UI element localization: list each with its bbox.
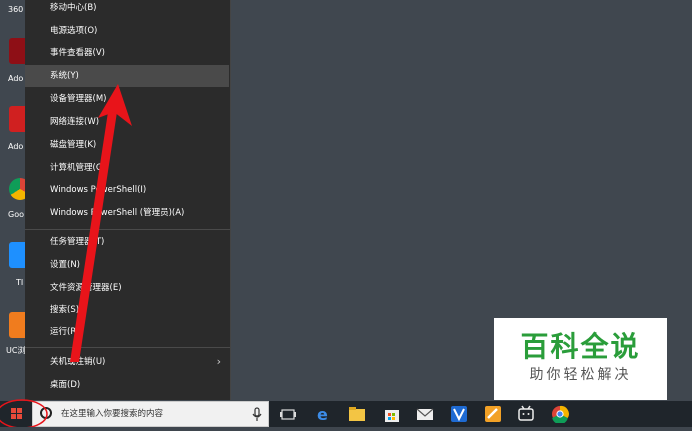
menu-item-label: 磁盘管理(K) [50,140,97,150]
chevron-right-icon: › [216,355,221,368]
task-view-icon[interactable] [279,405,297,423]
menu-item-powershell[interactable]: Windows PowerShell(I) [25,179,229,201]
menu-separator [25,347,230,348]
file-explorer-icon[interactable] [348,405,366,423]
menu-item-label: 设置(N) [50,260,80,270]
menu-item-label: 运行(R) [50,327,80,337]
menu-item-settings[interactable]: 设置(N) [25,254,229,276]
menu-item-label: 设备管理器(M) [50,94,107,104]
menu-item-label: Windows PowerShell(I) [50,185,147,195]
menu-item-label: 电源选项(O) [50,26,98,36]
watermark-subtitle: 助你轻松解决 [529,367,632,383]
menu-item-powershell-admin[interactable]: Windows PowerShell (管理员)(A) [25,202,229,224]
menu-item-shutdown[interactable]: 关机或注销(U) › [25,351,229,373]
menu-item-search[interactable]: 搜索(S) [25,299,229,321]
menu-item-label: 文件资源管理器(E) [50,283,122,293]
menu-item-label: 计算机管理(G) [50,163,106,173]
search-placeholder: 在这里输入你要搜索的内容 [61,409,164,419]
menu-item-device-manager[interactable]: 设备管理器(M) [25,88,229,110]
menu-item-label: 系统(Y) [50,71,79,81]
winx-menu: 移动中心(B) 电源选项(O) 事件查看器(V) 系统(Y) 设备管理器(M) … [25,0,231,400]
chrome-icon[interactable] [551,405,569,423]
bilibili-icon[interactable] [517,405,535,423]
menu-item-desktop[interactable]: 桌面(D) [25,374,229,396]
menu-item-file-explorer[interactable]: 文件资源管理器(E) [25,277,229,299]
microphone-icon[interactable] [252,407,262,421]
menu-item-task-manager[interactable]: 任务管理器(T) [25,231,229,253]
svg-text:e: e [317,405,328,423]
menu-item-label: 关机或注销(U) [50,357,106,367]
watermark: 百科全说 助你轻松解决 [494,318,667,400]
menu-separator [25,229,230,230]
edge-icon[interactable]: e [315,405,333,423]
menu-item-system[interactable]: 系统(Y) [25,65,229,87]
menu-item-run[interactable]: 运行(R) [25,321,229,343]
search-box[interactable]: 在这里输入你要搜索的内容 [32,401,269,427]
watermark-title: 百科全说 [520,330,641,363]
app-icon[interactable] [484,405,502,423]
cortana-icon [40,407,52,419]
menu-item-label: 搜索(S) [50,305,80,315]
menu-item-disk-management[interactable]: 磁盘管理(K) [25,134,229,156]
windows-logo-icon [11,408,22,419]
menu-item-mobility-center[interactable]: 移动中心(B) [25,0,229,19]
store-icon[interactable] [383,405,401,423]
mail-icon[interactable] [416,405,434,423]
start-button[interactable] [0,401,32,427]
menu-item-event-viewer[interactable]: 事件查看器(V) [25,42,229,64]
menu-item-label: Windows PowerShell (管理员)(A) [50,208,185,218]
menu-item-label: 移动中心(B) [50,3,97,13]
taskbar: 在这里输入你要搜索的内容 e [0,401,692,427]
menu-item-label: 事件查看器(V) [50,48,105,58]
menu-item-computer-management[interactable]: 计算机管理(G) [25,157,229,179]
menu-item-network-connections[interactable]: 网络连接(W) [25,111,229,133]
desktop: 360 Ado Acrob Ado Crea Goo Chro TI UC浏 移… [0,0,692,401]
menu-item-label: 网络连接(W) [50,117,100,127]
menu-item-label: 桌面(D) [50,380,81,390]
menu-item-label: 任务管理器(T) [50,237,105,247]
app-icon[interactable] [450,405,468,423]
menu-item-power-options[interactable]: 电源选项(O) [25,20,229,42]
